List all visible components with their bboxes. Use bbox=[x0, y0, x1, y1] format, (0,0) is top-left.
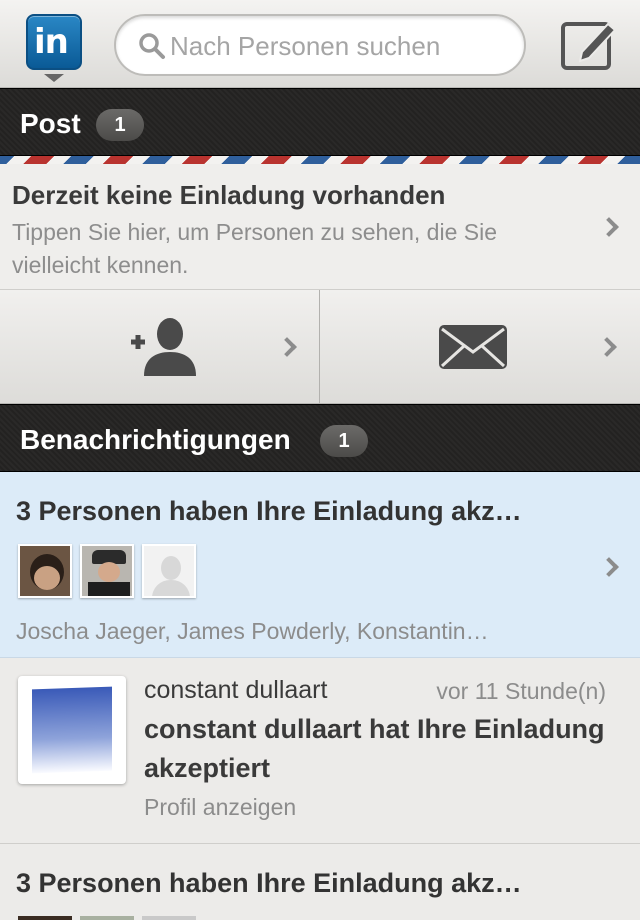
notifications-section-title: Benachrichtigungen bbox=[20, 424, 291, 455]
compose-icon[interactable] bbox=[560, 18, 618, 72]
envelope-icon bbox=[439, 325, 507, 369]
notification-names: Joscha Jaeger, James Powderly, Konstanti… bbox=[16, 618, 489, 644]
add-contact-button[interactable] bbox=[0, 290, 320, 404]
chevron-right-icon bbox=[597, 337, 617, 357]
notification-item[interactable]: 3 Personen haben Ihre Einladung akz… bbox=[0, 844, 640, 920]
search-bar[interactable] bbox=[114, 14, 526, 76]
chevron-right-icon bbox=[599, 217, 619, 237]
notification-title: 3 Personen haben Ihre Einladung akz… bbox=[16, 496, 522, 526]
profile-thumbnail[interactable] bbox=[18, 676, 126, 784]
notification-sender: constant dullaart bbox=[144, 676, 328, 704]
logo-text: in bbox=[34, 22, 69, 62]
linkedin-logo-button[interactable]: in bbox=[26, 14, 82, 70]
invitation-subtitle: Tippen Sie hier, um Personen zu sehen, d… bbox=[12, 219, 497, 278]
notification-message: constant dullaart hat Ihre Einladung akz… bbox=[144, 714, 605, 783]
chevron-right-icon bbox=[599, 557, 619, 577]
post-section-title: Post bbox=[20, 108, 81, 139]
avatar bbox=[18, 544, 72, 598]
messages-button[interactable] bbox=[320, 290, 640, 404]
airmail-stripe bbox=[0, 156, 640, 164]
avatar bbox=[80, 544, 134, 598]
avatar-group bbox=[18, 916, 196, 920]
profile-image bbox=[32, 686, 112, 774]
post-section-header: Post 1 bbox=[0, 88, 640, 156]
caret-down-icon bbox=[44, 74, 64, 82]
notifications-count-badge: 1 bbox=[320, 425, 368, 457]
top-bar: in bbox=[0, 0, 640, 88]
invitation-row[interactable]: Derzeit keine Einladung vorhanden Tippen… bbox=[0, 164, 640, 290]
avatar-placeholder bbox=[142, 544, 196, 598]
search-icon bbox=[139, 33, 165, 59]
notification-item[interactable]: 3 Personen haben Ihre Einladung akz… Jos… bbox=[0, 472, 640, 658]
action-buttons bbox=[0, 290, 640, 404]
notifications-section-header: Benachrichtigungen 1 bbox=[0, 404, 640, 472]
view-profile-link[interactable]: Profil anzeigen bbox=[144, 794, 296, 821]
notification-title: 3 Personen haben Ihre Einladung akz… bbox=[16, 868, 522, 898]
invitation-title: Derzeit keine Einladung vorhanden bbox=[12, 180, 446, 210]
avatar-group bbox=[18, 544, 196, 598]
post-count-badge: 1 bbox=[96, 109, 144, 141]
add-person-icon bbox=[131, 318, 196, 376]
notification-timestamp: vor 11 Stunde(n) bbox=[436, 678, 606, 704]
notification-item[interactable]: constant dullaart vor 11 Stunde(n) const… bbox=[0, 658, 640, 844]
search-input[interactable] bbox=[170, 26, 510, 66]
chevron-right-icon bbox=[277, 337, 297, 357]
